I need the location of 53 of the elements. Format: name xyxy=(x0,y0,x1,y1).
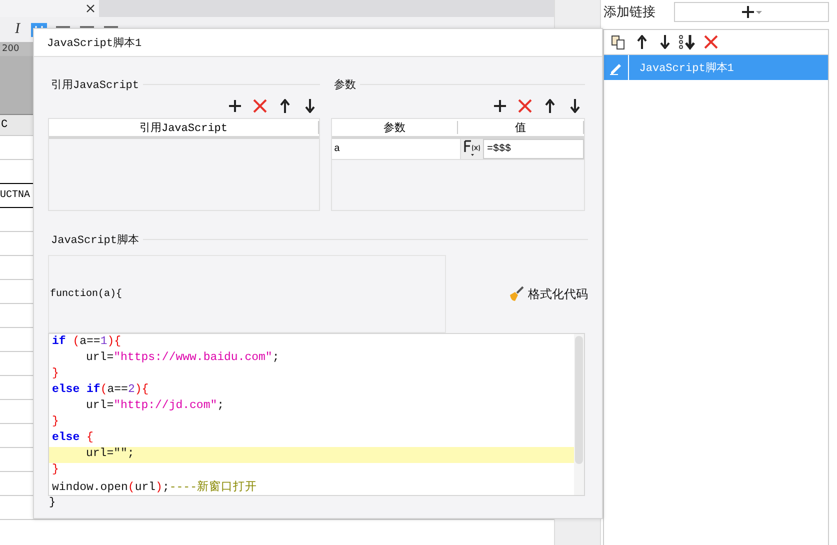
value-field[interactable]: =$$$ xyxy=(483,139,584,159)
close-icon[interactable] xyxy=(86,4,95,13)
code-line: if (a==1){ xyxy=(51,335,122,350)
group-legend: 引用JavaScript xyxy=(48,76,140,92)
arrow-down-icon xyxy=(304,99,314,113)
group-legend: JavaScript脚本 xyxy=(48,232,140,246)
formula-icon xyxy=(463,139,481,157)
broom-icon xyxy=(508,286,524,302)
arrow-up-icon xyxy=(280,99,290,113)
code-line: } xyxy=(51,367,60,382)
delete-icon xyxy=(518,99,532,113)
format-code-button[interactable]: 格式化代码 xyxy=(508,255,588,333)
code-line: url="https://www.baidu.com"; xyxy=(85,351,280,366)
copy-button[interactable] xyxy=(610,34,628,50)
add-button[interactable] xyxy=(491,98,508,114)
delete-icon xyxy=(704,35,718,49)
code-line: window.open(url);----新窗口打开 xyxy=(51,479,258,495)
italic-button[interactable]: I xyxy=(12,21,23,38)
code-line: } xyxy=(51,463,60,478)
delete-button[interactable] xyxy=(251,98,268,114)
plus-icon xyxy=(492,99,506,113)
add-button[interactable] xyxy=(226,98,243,114)
dialog-title: JavaScript脚本1 xyxy=(34,29,602,57)
column-header: 引用JavaScript xyxy=(49,121,319,134)
code-line: } xyxy=(51,415,60,430)
column-header: 参数 xyxy=(332,121,458,134)
add-link-label: 添加链接 xyxy=(603,4,656,21)
arrow-up-icon xyxy=(636,35,647,49)
code-line: else { xyxy=(51,431,94,446)
column-header: C xyxy=(0,119,8,131)
arrow-down-icon xyxy=(570,99,580,113)
delete-button[interactable] xyxy=(702,34,720,50)
item-label: JavaScript脚本1 xyxy=(638,61,734,75)
group-legend: 参数 xyxy=(331,76,356,92)
code-line: url="http://jd.com"; xyxy=(85,399,226,414)
code-line: else if(a==2){ xyxy=(51,383,150,398)
code-closing-brace: } xyxy=(48,497,57,509)
table-cell: UCTNA xyxy=(0,190,30,201)
arrow-down-icon xyxy=(660,35,670,49)
ruler-label: 200 xyxy=(1,44,20,54)
code-editor[interactable]: if (a==1){ url="https://www.baidu.com"; } else if(a==2){ url="http://jd.com"; } else { url=""; } window.open(url);----新窗口打开 xyxy=(48,333,585,496)
formula-button[interactable] xyxy=(461,139,483,159)
plus-icon xyxy=(228,99,242,113)
copy-icon xyxy=(611,34,626,50)
delete-button[interactable] xyxy=(516,98,533,114)
column-header: 值 xyxy=(458,121,584,134)
delete-icon xyxy=(252,99,266,113)
list-arrow-down-icon xyxy=(679,34,696,50)
plus-dropdown-icon xyxy=(740,5,762,19)
scrollbar-thumb[interactable] xyxy=(575,336,583,464)
function-signature: function(a){ xyxy=(48,255,446,333)
arrow-up-icon xyxy=(544,99,554,113)
move-bottom-button[interactable] xyxy=(679,34,696,50)
